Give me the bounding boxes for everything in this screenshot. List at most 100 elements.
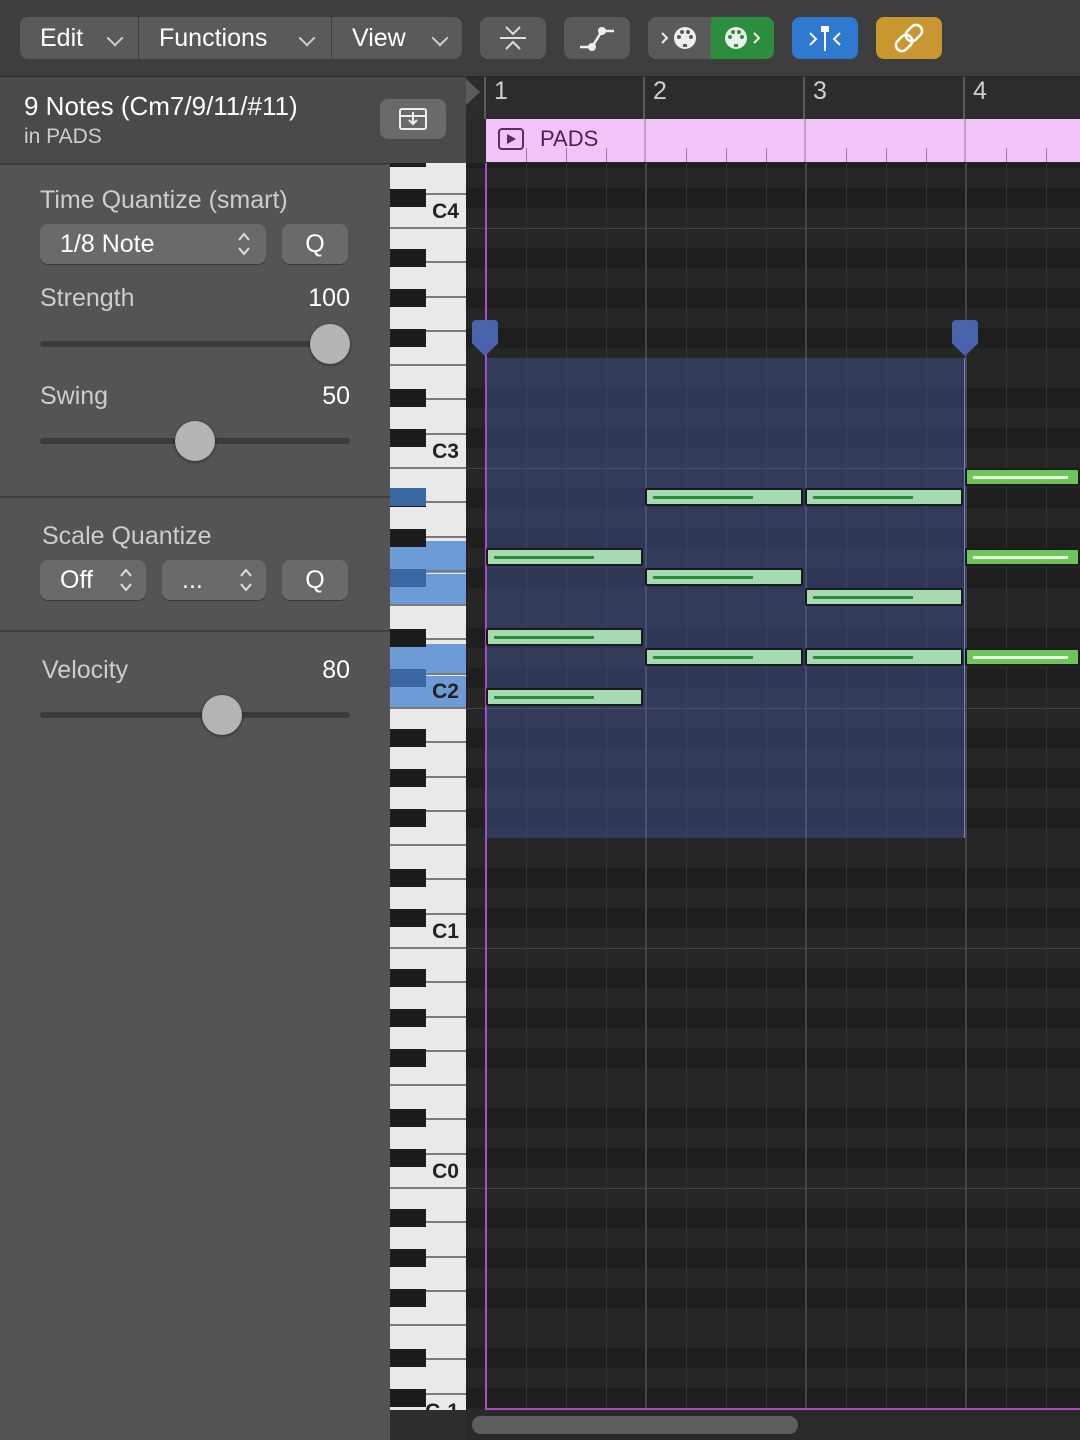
view-menu[interactable]: View bbox=[332, 17, 462, 59]
piano-black-key[interactable] bbox=[390, 163, 426, 167]
selection-right-edge bbox=[964, 358, 965, 838]
velocity-slider-track[interactable] bbox=[40, 712, 350, 718]
scale-quantize-q-button[interactable]: Q bbox=[282, 560, 348, 600]
piano-black-key[interactable] bbox=[390, 1249, 426, 1267]
piano-key-divider bbox=[390, 1084, 466, 1087]
piano-key-divider bbox=[390, 364, 466, 367]
scale-type-value: ... bbox=[182, 566, 203, 594]
midi-out-button[interactable] bbox=[711, 17, 774, 59]
region-beat-tick bbox=[846, 148, 847, 162]
midi-note[interactable] bbox=[486, 628, 643, 646]
bar-tick bbox=[484, 77, 486, 119]
strength-slider-thumb[interactable] bbox=[310, 324, 350, 364]
midi-note[interactable] bbox=[965, 468, 1080, 486]
catch-playhead-icon bbox=[809, 26, 841, 51]
midi-note[interactable] bbox=[805, 488, 963, 506]
piano-key-divider bbox=[390, 467, 466, 469]
functions-menu[interactable]: Functions bbox=[139, 17, 331, 59]
piano-black-key[interactable] bbox=[390, 1349, 426, 1367]
region-beat-tick bbox=[1046, 148, 1047, 162]
inspector-header: 9 Notes (Cm7/9/11/#11) in PADS bbox=[0, 77, 466, 165]
note-velocity-bar bbox=[813, 596, 913, 599]
midi-in-button[interactable] bbox=[648, 17, 711, 59]
swing-slider-thumb[interactable] bbox=[175, 421, 215, 461]
collapse-button[interactable] bbox=[480, 17, 546, 59]
piano-black-key[interactable] bbox=[390, 869, 426, 887]
scale-quantize-root-select[interactable]: Off bbox=[40, 560, 146, 600]
note-velocity-bar bbox=[653, 496, 753, 499]
note-velocity-bar bbox=[813, 496, 913, 499]
piano-black-key[interactable] bbox=[390, 1209, 426, 1227]
midi-note[interactable] bbox=[486, 548, 643, 566]
piano-black-key[interactable] bbox=[390, 189, 426, 207]
piano-black-key[interactable] bbox=[390, 1109, 426, 1127]
midi-note[interactable] bbox=[965, 548, 1080, 566]
catch-playhead-button[interactable] bbox=[792, 17, 858, 59]
midi-note[interactable] bbox=[486, 688, 643, 706]
piano-black-key[interactable] bbox=[390, 669, 426, 687]
region-bar-line bbox=[644, 119, 646, 162]
bar-ruler[interactable]: 1 2 3 4 bbox=[466, 77, 1080, 119]
note-velocity-bar bbox=[813, 656, 913, 659]
piano-black-key[interactable] bbox=[390, 529, 426, 547]
edit-menu-label: Edit bbox=[40, 24, 84, 52]
note-velocity-bar bbox=[973, 556, 1068, 559]
strength-slider-track[interactable] bbox=[40, 341, 350, 347]
piano-black-key[interactable] bbox=[390, 289, 426, 307]
edit-menu[interactable]: Edit bbox=[20, 17, 138, 59]
grid-beat-line bbox=[1006, 163, 1007, 1410]
piano-black-key[interactable] bbox=[390, 1289, 426, 1307]
link-button[interactable] bbox=[876, 17, 942, 59]
region-beat-tick bbox=[1006, 148, 1007, 162]
chevron-down-icon bbox=[431, 29, 449, 47]
grid-row-black-key bbox=[466, 248, 1080, 268]
region-name: in PADS bbox=[24, 125, 102, 148]
piano-black-key[interactable] bbox=[390, 769, 426, 787]
automation-curve-icon bbox=[580, 27, 614, 51]
octave-label: C-1 bbox=[425, 1400, 459, 1410]
save-region-button[interactable] bbox=[380, 99, 446, 139]
velocity-value: 80 bbox=[322, 656, 350, 684]
piano-black-key[interactable] bbox=[390, 1389, 426, 1407]
piano-black-key-selected[interactable] bbox=[390, 488, 426, 506]
region-name-label: PADS bbox=[540, 126, 599, 151]
scale-type-select[interactable]: ... bbox=[162, 560, 266, 600]
region-header[interactable]: PADS bbox=[486, 119, 1080, 162]
section-divider bbox=[0, 496, 390, 498]
midi-note[interactable] bbox=[645, 568, 803, 586]
piano-black-key[interactable] bbox=[390, 629, 426, 647]
midi-note[interactable] bbox=[645, 648, 803, 666]
midi-note[interactable] bbox=[645, 488, 803, 506]
piano-black-key[interactable] bbox=[390, 1009, 426, 1027]
link-icon bbox=[894, 23, 924, 53]
grid-row-black-key bbox=[466, 908, 1080, 928]
region-bar-line bbox=[964, 119, 966, 162]
grid-row-black-key bbox=[466, 1348, 1080, 1368]
midi-note[interactable] bbox=[965, 648, 1080, 666]
grid-beat-line bbox=[1046, 163, 1047, 1410]
piano-black-key[interactable] bbox=[390, 909, 426, 927]
piano-keyboard[interactable]: C4 C3 C2 C1 C0 C-1 bbox=[390, 163, 466, 1410]
bar-number: 2 bbox=[653, 77, 667, 105]
piano-black-key[interactable] bbox=[390, 429, 426, 447]
region-beat-tick bbox=[566, 148, 567, 162]
piano-black-key[interactable] bbox=[390, 969, 426, 987]
piano-key-divider bbox=[390, 227, 466, 229]
automation-button[interactable] bbox=[564, 17, 630, 59]
piano-black-key[interactable] bbox=[390, 1149, 426, 1167]
horizontal-scrollbar[interactable] bbox=[472, 1416, 798, 1434]
time-quantize-q-button[interactable]: Q bbox=[282, 224, 348, 264]
midi-note[interactable] bbox=[805, 648, 963, 666]
velocity-slider-thumb[interactable] bbox=[202, 695, 242, 735]
piano-black-key[interactable] bbox=[390, 1049, 426, 1067]
piano-black-key[interactable] bbox=[390, 389, 426, 407]
piano-black-key[interactable] bbox=[390, 249, 426, 267]
piano-black-key[interactable] bbox=[390, 809, 426, 827]
swing-value: 50 bbox=[322, 382, 350, 410]
piano-black-key[interactable] bbox=[390, 569, 426, 587]
time-quantize-select[interactable]: 1/8 Note bbox=[40, 224, 266, 264]
midi-note[interactable] bbox=[805, 588, 963, 606]
piano-black-key[interactable] bbox=[390, 729, 426, 747]
midi-out-icon bbox=[725, 27, 761, 49]
piano-black-key[interactable] bbox=[390, 329, 426, 347]
